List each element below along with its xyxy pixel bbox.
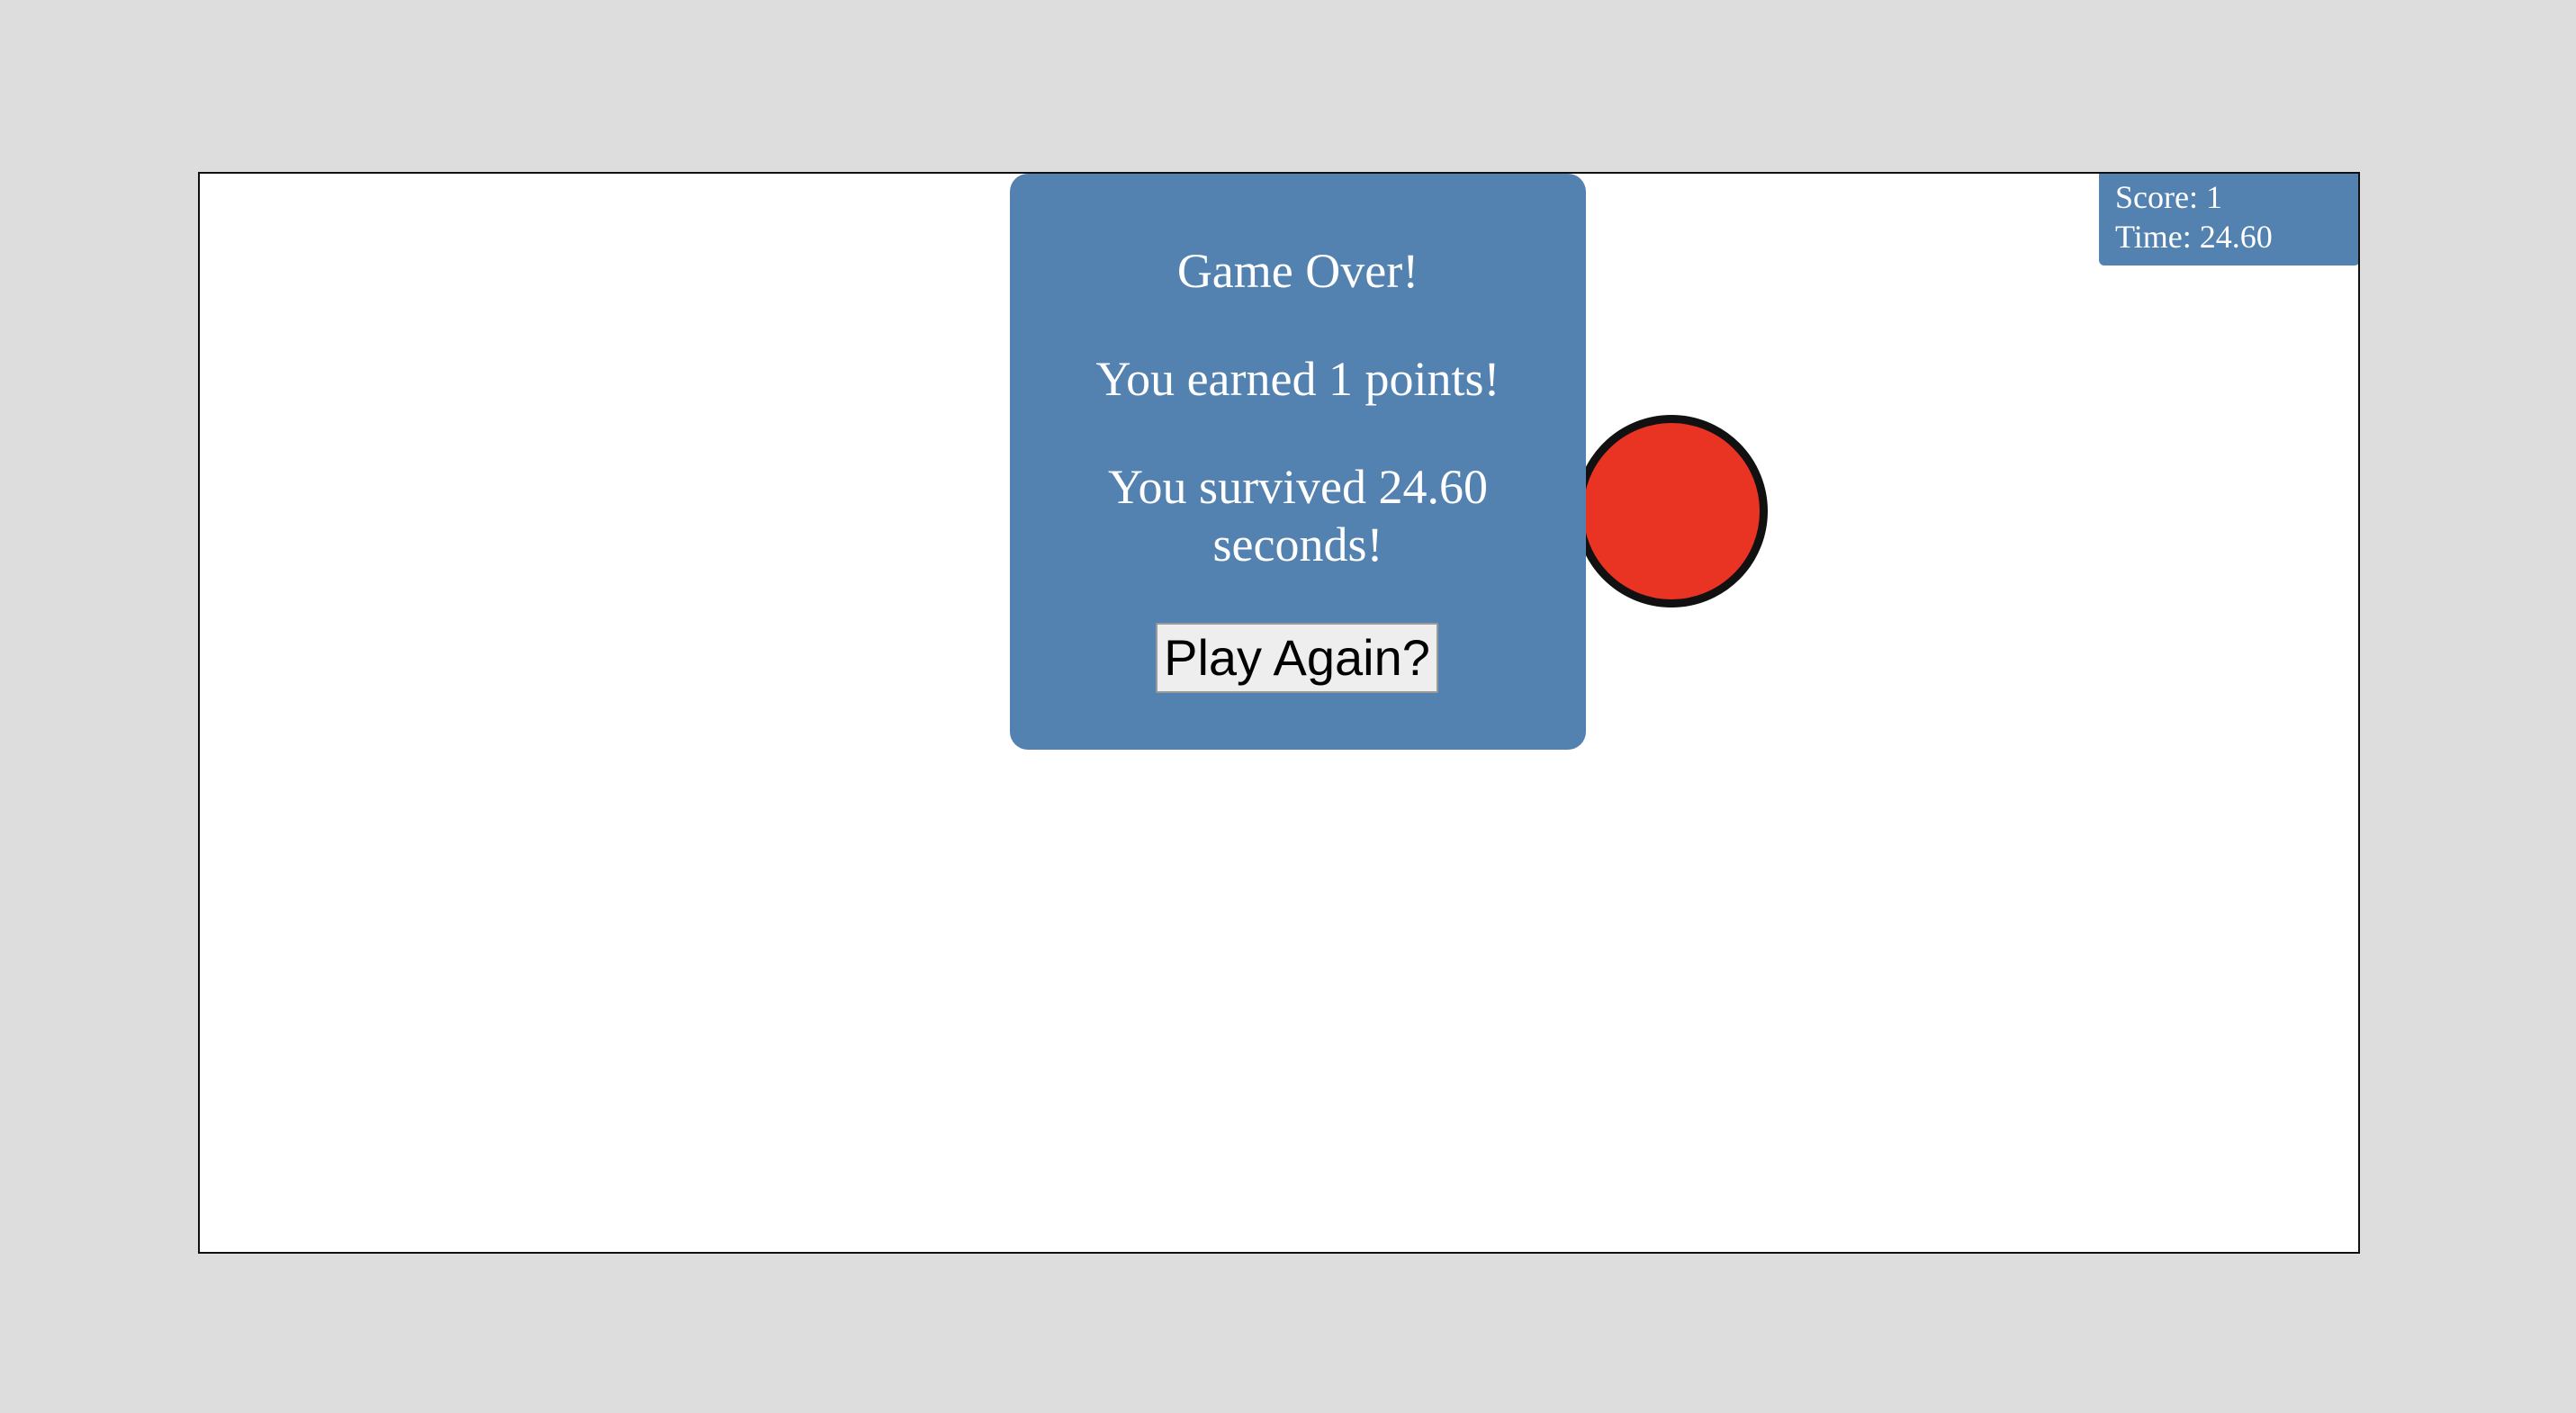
points-message: You earned 1 points!: [1095, 352, 1500, 406]
score-label: Score: 1: [2115, 179, 2222, 215]
game-over-dialog: Game Over! You earned 1 points! You surv…: [1010, 174, 1586, 750]
red-ball[interactable]: [1575, 415, 1768, 608]
survival-message-continued: seconds!: [1212, 518, 1383, 572]
game-area[interactable]: Score: 1 Time: 24.60 Game Over! You earn…: [198, 172, 2360, 1254]
time-label: Time: 24.60: [2115, 219, 2273, 255]
game-over-title: Game Over!: [1176, 244, 1419, 298]
score-hud: Score: 1 Time: 24.60: [2099, 174, 2358, 266]
survival-message: You survived 24.60: [1107, 460, 1489, 514]
play-again-button[interactable]: Play Again?: [1156, 623, 1438, 693]
